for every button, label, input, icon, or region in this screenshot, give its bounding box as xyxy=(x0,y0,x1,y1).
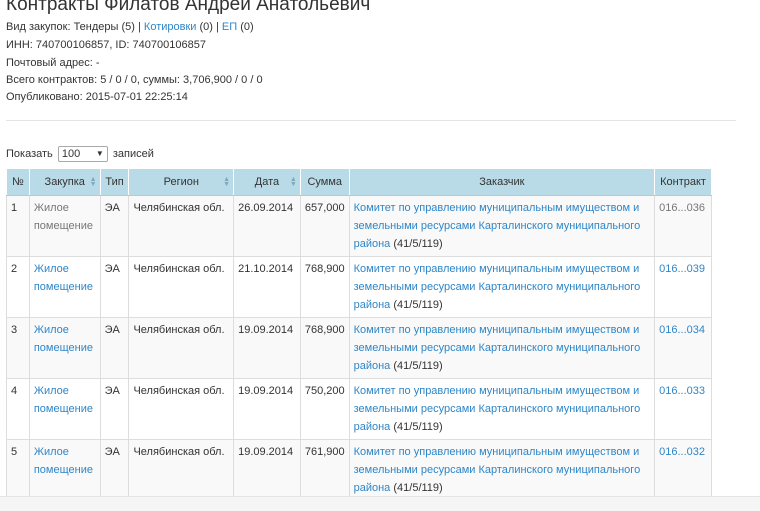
column-header-num[interactable]: № xyxy=(6,168,30,196)
show-label: Показать xyxy=(6,148,53,160)
records-per-page-select[interactable]: 100 ▼ xyxy=(57,146,108,163)
sort-arrows-icon: ▲ ▼ xyxy=(89,176,97,188)
separator: | xyxy=(216,21,219,33)
quotes-count: (0) xyxy=(199,21,213,33)
cell-region: Челябинская обл. xyxy=(128,378,235,440)
cell-region: Челябинская обл. xyxy=(128,439,235,501)
purchase-link[interactable]: Жилое помещение xyxy=(34,385,93,415)
ep-link[interactable]: ЕП xyxy=(222,21,237,33)
cell-contract: 016...033 xyxy=(654,378,712,440)
cell-purchase: Жилое помещение xyxy=(28,378,101,440)
customer-code: (41/5/119) xyxy=(393,360,443,372)
cell-type: ЭА xyxy=(99,256,130,318)
cell-date: 21.10.2014 xyxy=(233,256,301,318)
cell-contract: 016...039 xyxy=(654,256,712,318)
page-title: Контракты Филатов Андрей Анатольевич xyxy=(6,0,371,15)
purchase-type-line: Вид закупок: Тендеры (5) | Котировки (0)… xyxy=(6,20,254,34)
column-header-region[interactable]: Регион ▲ ▼ xyxy=(128,168,235,196)
cell-customer: Комитет по управлению муниципальным имущ… xyxy=(348,195,656,257)
separator: | xyxy=(137,21,141,33)
column-header-customer[interactable]: Заказчик xyxy=(348,168,656,196)
column-header-type[interactable]: Тип xyxy=(99,168,130,196)
quotes-link[interactable]: Котировки xyxy=(144,21,197,33)
tenders-count: Тендеры (5) xyxy=(73,21,135,33)
cell-purchase: Жилое помещение xyxy=(28,195,101,257)
cell-num: 5 xyxy=(6,439,30,501)
column-header-sum[interactable]: Сумма xyxy=(299,168,350,196)
contracts-table: № Закупка ▲ ▼ Тип Регион ▲ ▼ Дата ▲ ▼ Сумма За… xyxy=(6,168,712,501)
cell-date: 26.09.2014 xyxy=(233,195,301,257)
cell-date: 19.09.2014 xyxy=(233,378,301,440)
cell-date: 19.09.2014 xyxy=(233,317,301,379)
cell-num: 2 xyxy=(6,256,30,318)
cell-type: ЭА xyxy=(99,195,130,257)
contract-link[interactable]: 016...034 xyxy=(659,324,705,336)
cell-sum: 750,200 xyxy=(299,378,350,440)
cell-num: 1 xyxy=(6,195,30,257)
cell-customer: Комитет по управлению муниципальным имущ… xyxy=(348,378,656,440)
cell-contract: 016...036 xyxy=(654,195,712,257)
cell-type: ЭА xyxy=(99,317,130,379)
cell-customer: Комитет по управлению муниципальным имущ… xyxy=(348,439,656,501)
cell-num: 4 xyxy=(6,378,30,440)
table-row: 1 Жилое помещение ЭА Челябинская обл. 26… xyxy=(6,195,712,257)
cell-customer: Комитет по управлению муниципальным имущ… xyxy=(348,317,656,379)
cell-sum: 768,900 xyxy=(299,317,350,379)
records-label: записей xyxy=(112,148,154,160)
published-line: Опубликовано: 2015-07-01 22:25:14 xyxy=(6,91,188,103)
sort-arrows-icon: ▲ ▼ xyxy=(289,176,297,188)
cell-purchase: Жилое помещение xyxy=(28,256,101,318)
cell-contract: 016...034 xyxy=(654,317,712,379)
postal-line: Почтовый адрес: - xyxy=(6,57,100,69)
purchase-link[interactable]: Жилое помещение xyxy=(34,263,93,293)
contract-link[interactable]: 016...033 xyxy=(659,385,705,397)
column-header-date[interactable]: Дата ▲ ▼ xyxy=(233,168,301,196)
cell-region: Челябинская обл. xyxy=(128,256,235,318)
customer-code: (41/5/119) xyxy=(393,299,443,311)
contract-link[interactable]: 016...032 xyxy=(659,446,705,458)
purchase-link[interactable]: Жилое помещение xyxy=(34,446,93,476)
contract-link[interactable]: 016...039 xyxy=(659,263,705,275)
cell-type: ЭА xyxy=(99,378,130,440)
length-control: Показать 100 ▼ записей xyxy=(6,146,154,163)
cell-contract: 016...032 xyxy=(654,439,712,501)
totals-line: Всего контрактов: 5 / 0 / 0, суммы: 3,70… xyxy=(6,74,263,86)
customer-code: (41/5/119) xyxy=(393,238,443,250)
purchase-link[interactable]: Жилое помещение xyxy=(34,324,93,354)
sort-arrows-icon: ▲ ▼ xyxy=(223,176,231,188)
cell-sum: 657,000 xyxy=(299,195,350,257)
customer-code: (41/5/119) xyxy=(393,421,443,433)
cell-purchase: Жилое помещение xyxy=(28,317,101,379)
cell-region: Челябинская обл. xyxy=(128,317,235,379)
table-row: 5 Жилое помещение ЭА Челябинская обл. 19… xyxy=(6,439,712,501)
table-header-row: № Закупка ▲ ▼ Тип Регион ▲ ▼ Дата ▲ ▼ Сумма За… xyxy=(6,168,712,196)
page-bottom-bar xyxy=(0,496,760,511)
ep-count: (0) xyxy=(240,21,254,33)
purchase-type-label: Вид закупок: xyxy=(6,21,71,33)
table-row: 3 Жилое помещение ЭА Челябинская обл. 19… xyxy=(6,317,712,379)
cell-sum: 768,900 xyxy=(299,256,350,318)
cell-sum: 761,900 xyxy=(299,439,350,501)
cell-num: 3 xyxy=(6,317,30,379)
customer-code: (41/5/119) xyxy=(393,482,443,494)
cell-date: 19.09.2014 xyxy=(233,439,301,501)
cell-customer: Комитет по управлению муниципальным имущ… xyxy=(348,256,656,318)
divider xyxy=(6,120,736,121)
chevron-down-icon: ▼ xyxy=(95,149,104,159)
table-row: 2 Жилое помещение ЭА Челябинская обл. 21… xyxy=(6,256,712,318)
column-header-contract[interactable]: Контракт xyxy=(654,168,712,196)
cell-purchase: Жилое помещение xyxy=(28,439,101,501)
cell-region: Челябинская обл. xyxy=(128,195,235,257)
records-per-page-value: 100 xyxy=(61,148,81,161)
inn-line: ИНН: 740700106857, ID: 740700106857 xyxy=(6,39,206,51)
cell-type: ЭА xyxy=(99,439,130,501)
table-row: 4 Жилое помещение ЭА Челябинская обл. 19… xyxy=(6,378,712,440)
column-header-purchase[interactable]: Закупка ▲ ▼ xyxy=(28,168,101,196)
